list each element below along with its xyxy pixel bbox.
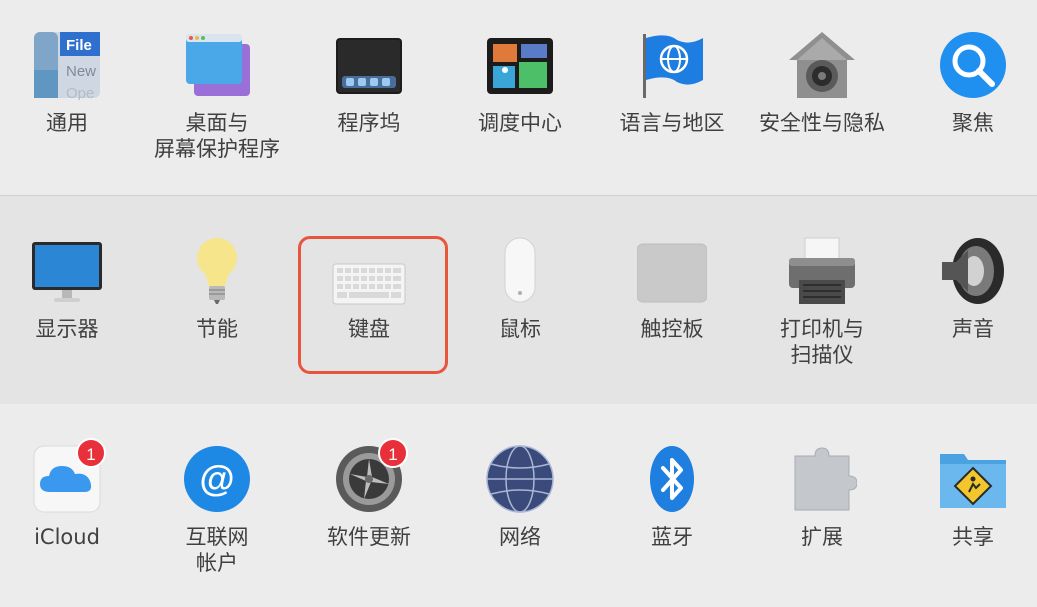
pref-network-label: 网络	[499, 525, 541, 549]
bluetooth-icon	[637, 444, 707, 514]
general-icon-new: New	[66, 63, 96, 80]
general-icon: File New Ope	[32, 30, 102, 102]
language-region-icon	[637, 30, 707, 100]
icloud-icon: 1	[32, 438, 106, 514]
pref-mission-control-label: 调度中心	[478, 111, 562, 135]
pref-internet-accounts[interactable]: @ 互联网 帐户	[142, 444, 292, 576]
pref-sharing[interactable]: 共享	[898, 444, 1037, 550]
pref-sharing-label: 共享	[952, 525, 994, 549]
mission-control-icon	[485, 30, 555, 100]
pref-sound[interactable]: 声音	[898, 236, 1037, 342]
software-update-badge: 1	[378, 438, 408, 468]
general-icon-file: File	[66, 37, 92, 54]
pref-general[interactable]: File New Ope 通用	[0, 30, 142, 136]
spotlight-icon	[938, 30, 1008, 100]
pref-trackpad-label: 触控板	[640, 317, 704, 341]
network-icon	[485, 444, 555, 514]
internet-accounts-icon: @	[182, 444, 252, 514]
security-privacy-icon	[787, 30, 857, 100]
pref-network[interactable]: 网络	[445, 444, 595, 550]
pref-software-update[interactable]: 1 软件更新	[294, 438, 444, 550]
desktop-screensaver-icon	[182, 30, 252, 100]
display-icon	[32, 236, 102, 306]
pref-desktop-screensaver[interactable]: 桌面与 屏幕保护程序	[142, 30, 292, 162]
pref-sound-label: 声音	[952, 317, 994, 341]
software-update-icon: 1	[334, 438, 408, 514]
pref-desktop-screensaver-label: 桌面与 屏幕保护程序	[154, 111, 280, 161]
printers-scanners-icon	[787, 236, 857, 306]
pref-dock-label: 程序坞	[337, 111, 401, 135]
pref-internet-accounts-label: 互联网 帐户	[185, 525, 249, 575]
pref-general-label: 通用	[46, 111, 88, 135]
pref-display-label: 显示器	[35, 317, 99, 341]
pref-spotlight[interactable]: 聚焦	[898, 30, 1037, 136]
extensions-icon	[787, 444, 858, 514]
sound-icon	[938, 236, 1008, 306]
pref-software-update-label: 软件更新	[327, 525, 411, 549]
dock-icon	[334, 30, 404, 100]
pref-energy-saver-label: 节能	[196, 317, 238, 341]
energy-saver-icon	[182, 236, 252, 306]
pref-bluetooth[interactable]: 蓝牙	[597, 444, 747, 550]
pref-display[interactable]: 显示器	[0, 236, 142, 342]
pref-extensions-label: 扩展	[801, 525, 843, 549]
svg-text:@: @	[199, 458, 234, 499]
pref-extensions[interactable]: 扩展	[747, 444, 897, 550]
pref-dock[interactable]: 程序坞	[294, 30, 444, 136]
pref-icloud-label: iCloud	[34, 525, 100, 549]
pref-language-region-label: 语言与地区	[619, 111, 725, 135]
pref-security-privacy-label: 安全性与隐私	[759, 111, 885, 135]
pref-mission-control[interactable]: 调度中心	[445, 30, 595, 136]
pref-mouse[interactable]: 鼠标	[445, 236, 595, 342]
pref-energy-saver[interactable]: 节能	[142, 236, 292, 342]
pref-language-region[interactable]: 语言与地区	[597, 30, 747, 136]
pref-bluetooth-label: 蓝牙	[651, 525, 693, 549]
pref-printers-scanners-label: 打印机与 扫描仪	[780, 317, 864, 367]
pref-trackpad[interactable]: 触控板	[597, 236, 747, 342]
pref-security-privacy[interactable]: 安全性与隐私	[747, 30, 897, 136]
trackpad-icon	[636, 236, 708, 306]
pref-mouse-label: 鼠标	[499, 317, 541, 341]
sharing-icon	[938, 444, 1008, 514]
mouse-icon	[485, 236, 555, 306]
keyboard-highlight-box	[298, 236, 448, 374]
general-icon-open: Ope	[66, 85, 94, 100]
pref-icloud[interactable]: 1 iCloud	[0, 438, 142, 550]
pref-spotlight-label: 聚焦	[952, 111, 994, 135]
pref-printers-scanners[interactable]: 打印机与 扫描仪	[747, 236, 897, 368]
icloud-badge: 1	[76, 438, 106, 468]
